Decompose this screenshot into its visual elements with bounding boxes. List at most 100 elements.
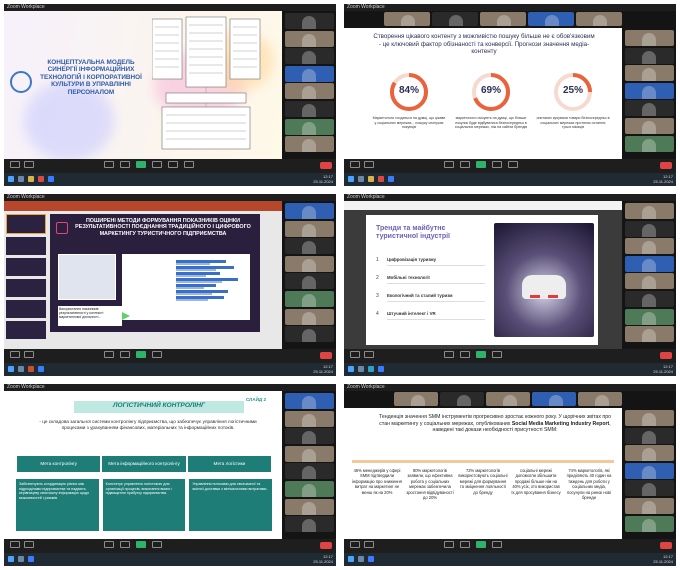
share-icon[interactable] [136, 351, 146, 358]
search-icon[interactable] [18, 556, 24, 562]
participant-video [285, 220, 334, 237]
chat-icon[interactable] [120, 351, 130, 358]
taskbar-clock: 12:17 25.11.2024 [653, 554, 673, 564]
leave-button[interactable] [660, 542, 672, 549]
slide5-intro: - це складова загальної системи контролі… [39, 419, 257, 430]
leave-button[interactable] [320, 162, 332, 169]
mic-icon[interactable] [10, 351, 20, 358]
windows-start-icon[interactable] [348, 556, 354, 562]
taskbar-clock: 12:17 25.11.2024 [653, 174, 673, 184]
record-icon[interactable] [492, 161, 502, 168]
participant-video [625, 100, 674, 117]
search-icon[interactable] [358, 366, 364, 372]
zoom-app-icon[interactable] [388, 176, 394, 182]
smm-stat-column: 74% маркетологів, які приділяють 40 годи… [566, 468, 612, 501]
search-icon[interactable] [358, 176, 364, 182]
chat-icon[interactable] [460, 161, 470, 168]
chrome-icon[interactable] [378, 176, 384, 182]
share-icon[interactable] [476, 161, 486, 168]
chat-icon[interactable] [460, 541, 470, 548]
participant-video [285, 290, 334, 307]
mic-icon[interactable] [350, 161, 360, 168]
leave-button[interactable] [320, 542, 332, 549]
chat-icon[interactable] [120, 161, 130, 168]
participant-video [394, 392, 438, 406]
participant-video [432, 12, 478, 26]
zoom-app-icon[interactable] [378, 366, 384, 372]
zoom-app-icon[interactable] [368, 556, 374, 562]
trend-item: 4 Штучний інтелект і VR [376, 311, 486, 320]
apps-icon[interactable] [168, 161, 178, 168]
windows-start-icon[interactable] [8, 556, 14, 562]
share-icon[interactable] [476, 351, 486, 358]
camera-icon[interactable] [364, 541, 374, 548]
powerpoint-icon[interactable] [28, 366, 34, 372]
mic-icon[interactable] [10, 161, 20, 168]
slide3-logo-icon [56, 222, 68, 234]
camera-icon[interactable] [364, 161, 374, 168]
more-icon[interactable] [184, 161, 194, 168]
chat-icon[interactable] [120, 541, 130, 548]
taskbar: 12:17 25.11.2024 [4, 363, 336, 376]
participants-icon[interactable] [444, 541, 454, 548]
camera-icon[interactable] [364, 351, 374, 358]
mic-icon[interactable] [350, 351, 360, 358]
zoom-app-icon[interactable] [28, 556, 34, 562]
zoom-app-icon[interactable] [48, 176, 54, 182]
participants-icon[interactable] [444, 351, 454, 358]
participants-icon[interactable] [104, 161, 114, 168]
slide-thumbnails[interactable] [6, 214, 46, 346]
edge-icon[interactable] [368, 366, 374, 372]
explorer-icon[interactable] [28, 176, 34, 182]
camera-icon[interactable] [24, 161, 34, 168]
mic-icon[interactable] [350, 541, 360, 548]
more-icon[interactable] [492, 541, 502, 548]
participant-video [625, 308, 674, 325]
zoom-app-icon[interactable] [38, 366, 44, 372]
windows-start-icon[interactable] [348, 176, 354, 182]
search-icon[interactable] [358, 556, 364, 562]
chat-icon[interactable] [460, 351, 470, 358]
taskbar: 12:17 25.11.2024 [4, 173, 336, 186]
slide6-text: Тенденція значення SMM інструментів прог… [378, 414, 611, 434]
search-icon[interactable] [18, 366, 24, 372]
explorer-icon[interactable] [368, 176, 374, 182]
windows-start-icon[interactable] [348, 366, 354, 372]
camera-icon[interactable] [24, 541, 34, 548]
participant-video [625, 220, 674, 237]
more-icon[interactable] [152, 541, 162, 548]
participants-icon[interactable] [104, 541, 114, 548]
more-icon[interactable] [508, 161, 518, 168]
participant-video [625, 515, 674, 532]
participants-rail[interactable] [285, 13, 334, 154]
camera-icon[interactable] [24, 351, 34, 358]
participants-rail[interactable] [625, 30, 674, 153]
mic-icon[interactable] [10, 541, 20, 548]
participants-rail[interactable] [285, 203, 334, 344]
chrome-icon[interactable] [38, 176, 44, 182]
participants-rail[interactable] [625, 410, 674, 533]
left-figure [58, 254, 116, 300]
description-box: Управління потоками для своєчасної та як… [189, 479, 273, 531]
zoom-titlebar: Zoom Workplace [344, 4, 676, 11]
windows-start-icon[interactable] [8, 366, 14, 372]
search-icon[interactable] [18, 176, 24, 182]
share-icon[interactable] [136, 161, 146, 168]
participants-icon[interactable] [444, 161, 454, 168]
share-icon[interactable] [136, 541, 146, 548]
shared-powerpoint: ПОШИРЕНІ МЕТОДИ ФОРМУВАННЯ ПОКАЗНИКІВ ОЦ… [4, 201, 282, 349]
windows-start-icon[interactable] [8, 176, 14, 182]
leave-button[interactable] [660, 162, 672, 169]
zoom-titlebar: Zoom Workplace [4, 384, 336, 391]
participants-rail[interactable] [625, 203, 674, 344]
participants-icon[interactable] [104, 351, 114, 358]
share-icon[interactable] [476, 541, 486, 548]
more-icon[interactable] [152, 351, 162, 358]
participants-rail[interactable] [285, 393, 334, 534]
more-icon[interactable] [492, 351, 502, 358]
taskbar: 12:17 25.11.2024 [4, 553, 336, 566]
leave-button[interactable] [660, 352, 672, 359]
record-icon[interactable] [152, 161, 162, 168]
zoom-title: Zoom Workplace [347, 4, 385, 10]
leave-button[interactable] [320, 352, 332, 359]
